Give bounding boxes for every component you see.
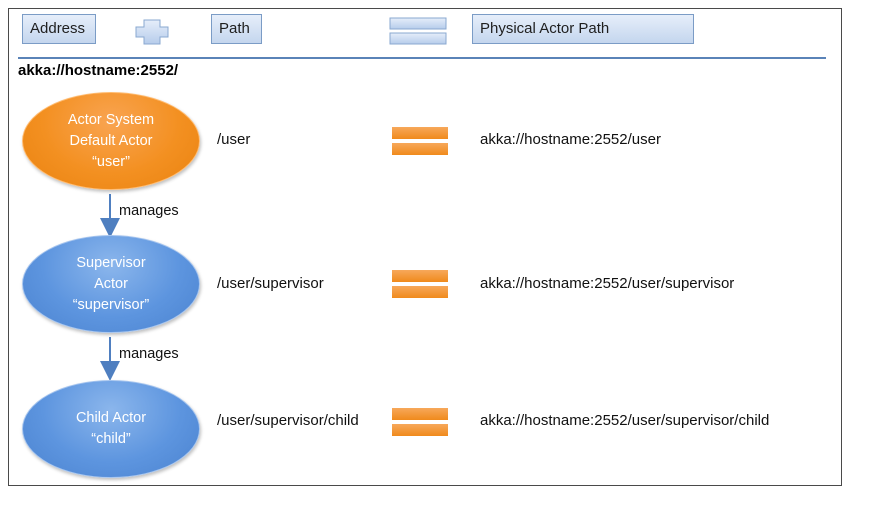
- actor-node-child: Child Actor “child”: [22, 380, 200, 478]
- actor-node-line: “user”: [92, 153, 130, 170]
- actor-path-child: /user/supervisor/child: [217, 412, 359, 429]
- actor-node-line: “child”: [91, 431, 131, 447]
- physical-path-supervisor: akka://hostname:2552/user/supervisor: [480, 275, 735, 292]
- equals-icon: [392, 127, 448, 155]
- equals-icon: [392, 408, 448, 436]
- equals-icon: [392, 270, 448, 298]
- manages-label: manages: [119, 203, 179, 219]
- actor-node-line: Actor: [94, 275, 128, 292]
- actor-node-user: Actor System Default Actor “user”: [22, 92, 200, 190]
- actor-node-line: Supervisor: [76, 254, 146, 271]
- actor-node-line: Default Actor: [69, 132, 153, 149]
- actor-node-supervisor: Supervisor Actor “supervisor”: [22, 235, 200, 333]
- actor-path-supervisor: /user/supervisor: [217, 275, 324, 292]
- actor-node-line: “supervisor”: [72, 296, 150, 313]
- actor-node-line: Actor System: [67, 111, 155, 128]
- actor-node-line: Child Actor: [75, 410, 147, 426]
- manages-label: manages: [119, 346, 179, 362]
- physical-path-child: akka://hostname:2552/user/supervisor/chi…: [480, 412, 770, 429]
- actor-path-user: /user: [217, 131, 251, 148]
- physical-path-user: akka://hostname:2552/user: [480, 131, 661, 148]
